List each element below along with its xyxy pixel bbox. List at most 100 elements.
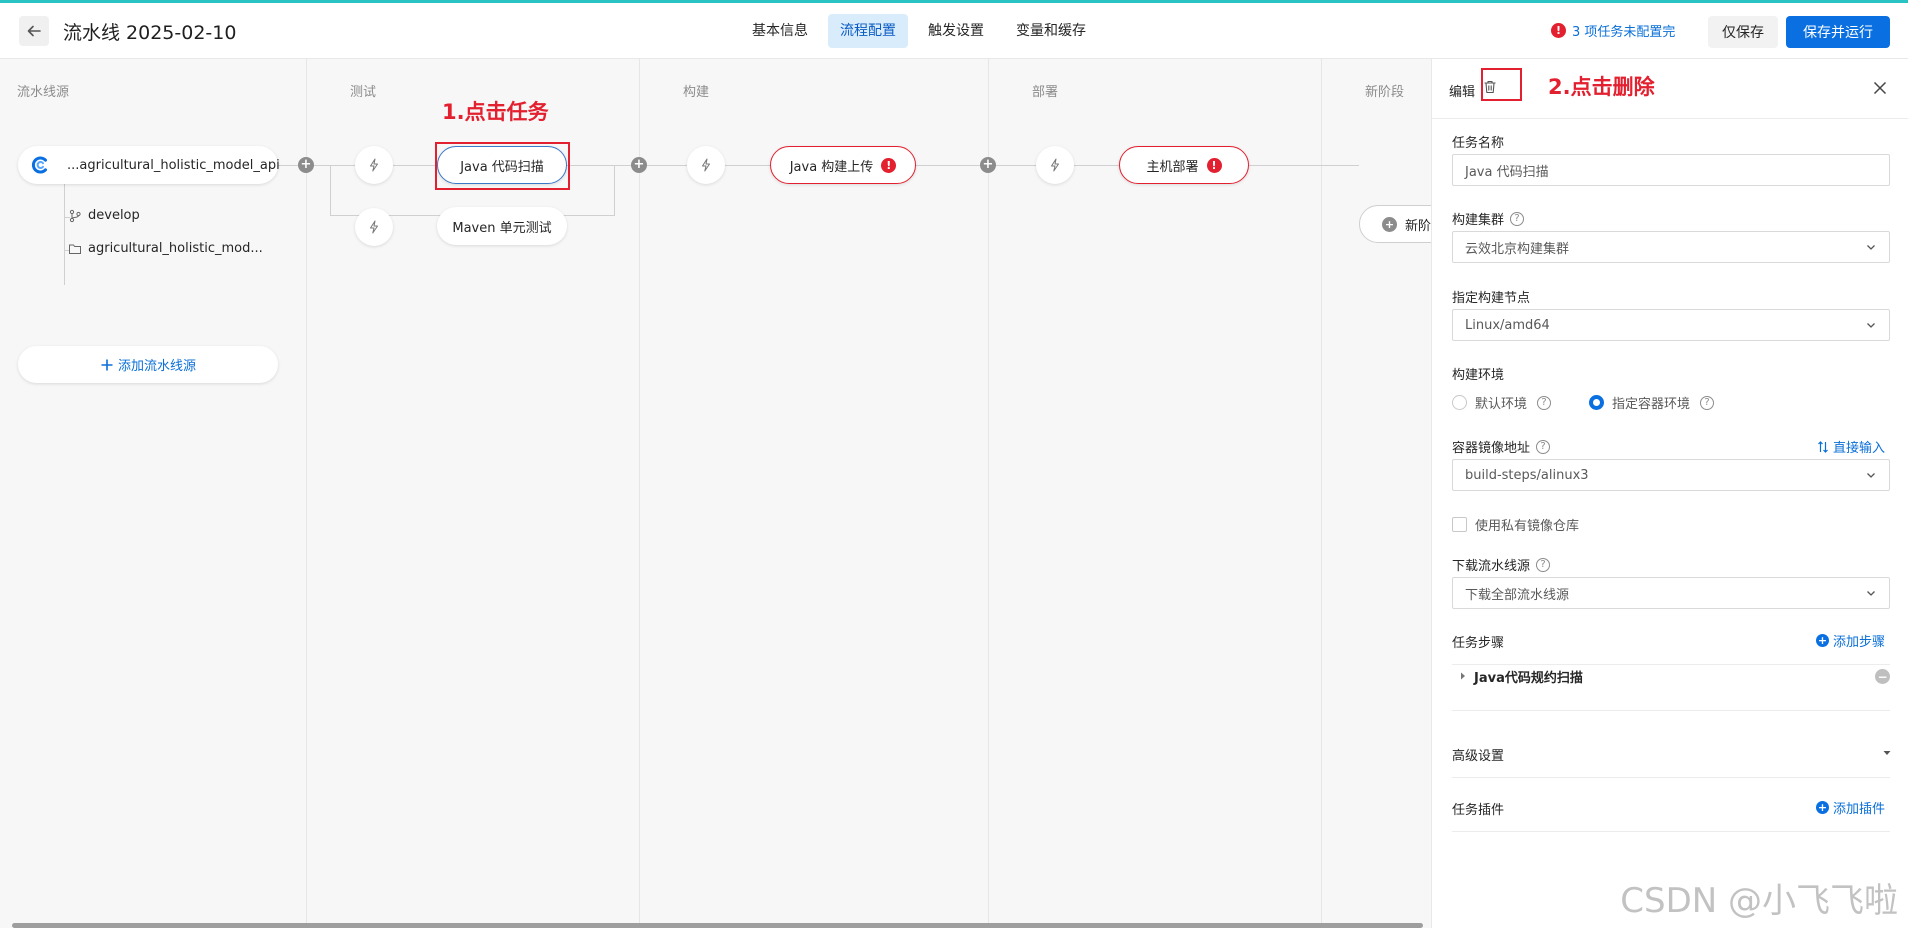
- horizontal-scrollbar[interactable]: [12, 923, 1423, 928]
- chevron-down-icon: [1865, 469, 1877, 481]
- help-icon[interactable]: ?: [1536, 557, 1551, 572]
- image-label-text: 容器镜像地址: [1452, 441, 1531, 456]
- stage-title-source: 流水线源: [17, 85, 70, 100]
- cluster-label-text: 构建集群: [1452, 213, 1505, 228]
- task-label: 主机部署: [1146, 159, 1199, 175]
- tab-flow-config[interactable]: 流程配置: [828, 14, 908, 48]
- pipeline-source-card[interactable]: ...agricultural_holistic_model_api: [18, 146, 280, 184]
- node-value: Linux/amd64: [1465, 317, 1550, 333]
- stage-title-new[interactable]: 新阶段: [1365, 81, 1404, 100]
- step-item-name: Java代码规约扫描: [1474, 670, 1583, 686]
- panel-header: 编辑 2.点击删除: [1432, 59, 1908, 119]
- codeup-logo-icon: [30, 155, 50, 175]
- step-item[interactable]: Java代码规约扫描 −: [1452, 655, 1890, 697]
- folder-icon: [69, 244, 81, 254]
- plus-circle-icon: +: [1816, 801, 1829, 814]
- stage-title-build[interactable]: 构建: [683, 81, 709, 100]
- plugins-label: 任务插件: [1452, 799, 1504, 818]
- arrow-left-icon: [27, 25, 41, 37]
- stage-divider: [1321, 59, 1322, 928]
- pipeline-canvas: 流水线源 测试 构建 部署 新阶段 + + + ...agricultural_…: [0, 59, 1431, 928]
- download-select[interactable]: 下载全部流水线源: [1452, 577, 1890, 609]
- lightning-icon: [1051, 158, 1059, 172]
- tab-basic-info[interactable]: 基本信息: [740, 14, 820, 48]
- node-label-text: 指定构建节点: [1452, 291, 1531, 306]
- stage-divider: [639, 59, 640, 928]
- advanced-label[interactable]: 高级设置: [1452, 745, 1504, 764]
- stage-title-test[interactable]: 测试: [350, 81, 376, 100]
- help-icon[interactable]: ?: [1537, 395, 1552, 410]
- new-stage-button[interactable]: + 新阶: [1359, 205, 1431, 243]
- page-title: 流水线 2025-02-10: [63, 22, 237, 44]
- env-label: 构建环境: [1452, 364, 1504, 383]
- annotation-highlight-delete: [1481, 68, 1522, 101]
- chevron-down-icon: [1865, 241, 1877, 253]
- lightning-icon: [702, 158, 710, 172]
- branch-icon: [69, 209, 81, 222]
- help-icon[interactable]: ?: [1700, 395, 1715, 410]
- env-radio-group: 默认环境 ? 指定容器环境 ?: [1452, 393, 1715, 412]
- private-repo-checkbox-row: 使用私有镜像仓库: [1452, 515, 1579, 534]
- save-and-run-button[interactable]: 保存并运行: [1786, 16, 1890, 48]
- add-stage-button[interactable]: +: [980, 157, 996, 173]
- node-select[interactable]: Linux/amd64: [1452, 309, 1890, 341]
- radio-container-env-label[interactable]: 指定容器环境: [1612, 393, 1690, 412]
- unconfigured-warning[interactable]: ! 3 项任务未配置完: [1551, 21, 1675, 40]
- trigger-bolt-button[interactable]: [355, 208, 393, 246]
- task-maven-unit-test[interactable]: Maven 单元测试: [437, 207, 567, 245]
- caret-down-icon[interactable]: [1883, 749, 1891, 757]
- add-source-button[interactable]: 添加流水线源: [18, 346, 278, 383]
- add-plugin-label: 添加插件: [1833, 802, 1886, 817]
- add-plugin-link[interactable]: + 添加插件: [1816, 798, 1885, 817]
- warning-text: 3 项任务未配置完: [1572, 25, 1676, 40]
- task-name-input[interactable]: Java 代码扫描: [1452, 154, 1890, 186]
- plus-circle-icon: +: [1382, 216, 1397, 232]
- divider: [1452, 710, 1890, 711]
- radio-default-env-label[interactable]: 默认环境: [1475, 393, 1527, 412]
- advanced-label-text: 高级设置: [1452, 749, 1505, 764]
- back-button[interactable]: [19, 16, 49, 46]
- caret-right-icon[interactable]: [1458, 671, 1468, 681]
- annotation-step2: 2.点击删除: [1548, 75, 1655, 99]
- env-label-text: 构建环境: [1452, 368, 1505, 383]
- direct-input-link[interactable]: 直接输入: [1817, 437, 1885, 456]
- task-java-build-upload[interactable]: Java 构建上传 !: [770, 146, 916, 184]
- steps-label: 任务步骤: [1452, 632, 1504, 651]
- remove-step-button[interactable]: −: [1875, 669, 1890, 684]
- radio-default-env[interactable]: [1452, 395, 1467, 410]
- branch-connector: [614, 165, 615, 215]
- help-icon[interactable]: ?: [1510, 211, 1525, 226]
- node-label: 指定构建节点: [1452, 287, 1530, 306]
- radio-container-env[interactable]: [1589, 395, 1605, 410]
- task-host-deploy[interactable]: 主机部署 !: [1119, 146, 1249, 184]
- download-value: 下载全部流水线源: [1465, 587, 1570, 603]
- stage-divider: [306, 59, 307, 928]
- chevron-down-icon: [1865, 587, 1877, 599]
- save-only-button[interactable]: 仅保存: [1708, 16, 1778, 48]
- add-stage-button[interactable]: +: [631, 157, 647, 173]
- task-name-label: 任务名称: [1452, 132, 1504, 151]
- close-panel-button[interactable]: [1869, 77, 1891, 99]
- divider: [1452, 777, 1890, 778]
- trigger-bolt-button[interactable]: [1036, 146, 1074, 184]
- divider: [1452, 831, 1890, 832]
- trigger-bolt-button[interactable]: [687, 146, 725, 184]
- tab-trigger-settings[interactable]: 触发设置: [916, 14, 996, 48]
- cluster-select[interactable]: 云效北京构建集群: [1452, 231, 1890, 263]
- download-label-text: 下载流水线源: [1452, 559, 1531, 574]
- help-icon[interactable]: ?: [1536, 439, 1551, 454]
- panel-title: 编辑: [1449, 85, 1476, 100]
- private-repo-checkbox[interactable]: [1452, 517, 1467, 532]
- stage-title-deploy[interactable]: 部署: [1032, 81, 1058, 100]
- image-select[interactable]: build-steps/alinux3: [1452, 459, 1890, 491]
- chevron-down-icon: [1865, 319, 1877, 331]
- add-stage-button[interactable]: +: [298, 157, 314, 173]
- plus-circle-icon: +: [1816, 634, 1829, 647]
- source-tree-line: [64, 184, 65, 285]
- watermark: CSDN @小飞飞啦: [1620, 881, 1898, 921]
- annotation-highlight-task: [435, 142, 570, 190]
- trigger-bolt-button[interactable]: [355, 146, 393, 184]
- private-repo-label[interactable]: 使用私有镜像仓库: [1475, 515, 1579, 534]
- add-step-link[interactable]: + 添加步骤: [1816, 631, 1885, 650]
- tab-variables-cache[interactable]: 变量和缓存: [1004, 14, 1098, 48]
